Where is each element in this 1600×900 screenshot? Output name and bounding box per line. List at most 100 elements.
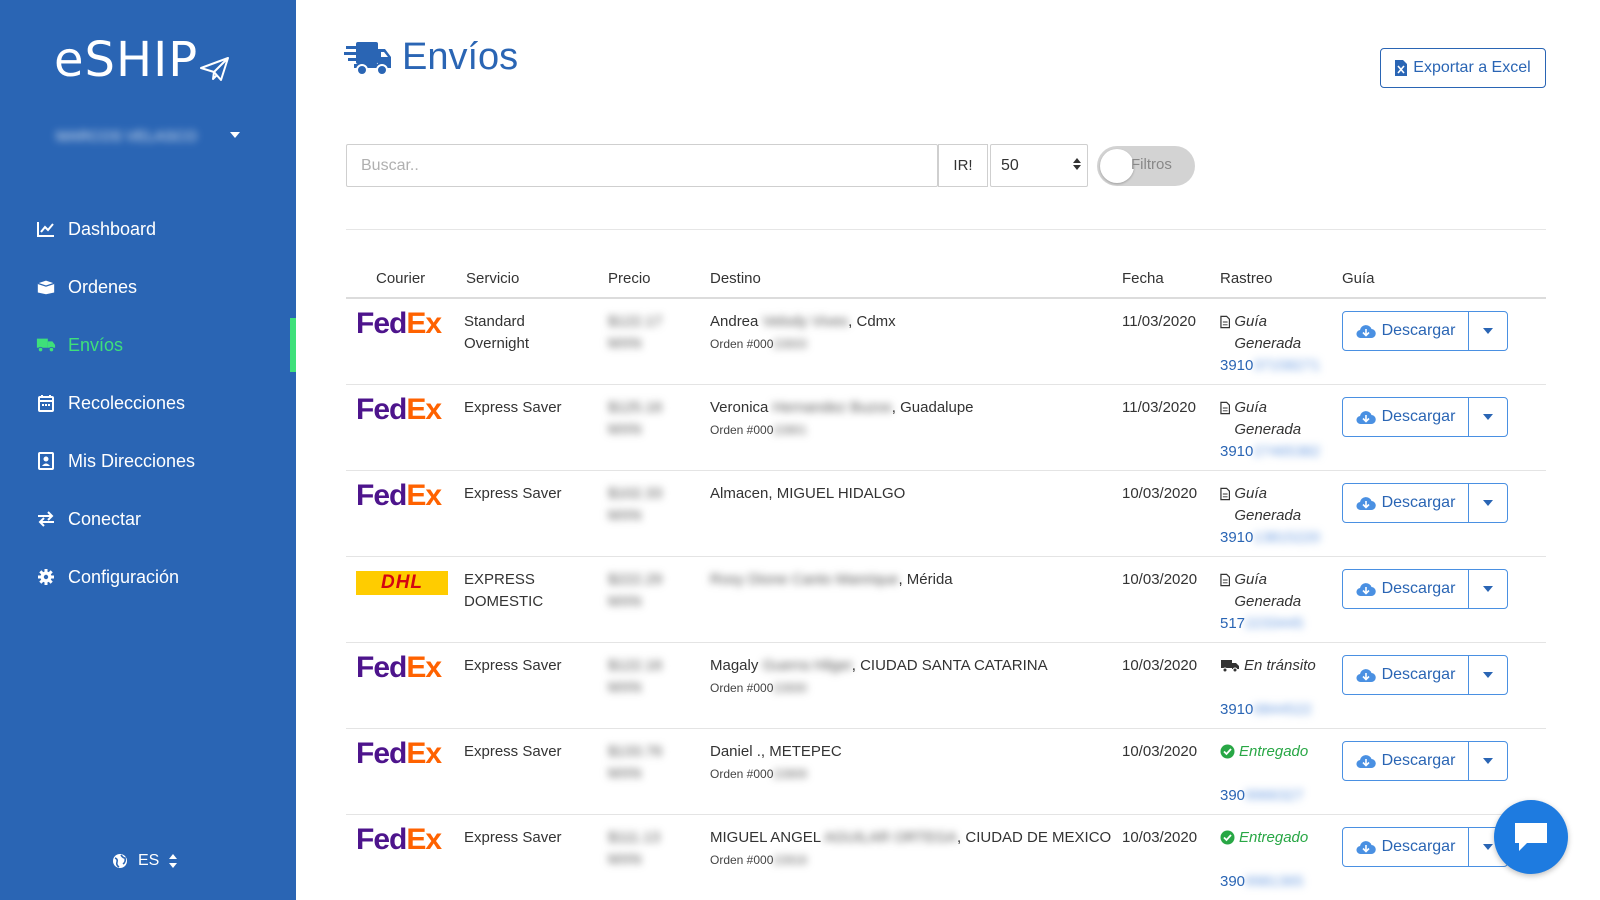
download-options-caret-icon[interactable] xyxy=(1469,398,1507,436)
service-cell: Express Saver xyxy=(464,399,562,416)
download-button[interactable]: Descargar xyxy=(1343,570,1469,608)
column-header-precio: Precio xyxy=(608,270,651,287)
date-cell: 11/03/2020 xyxy=(1122,313,1196,330)
tracking-cell: Guía Generada 391027465382 xyxy=(1220,397,1332,463)
download-button[interactable]: Descargar xyxy=(1343,398,1469,436)
service-cell: Express Saver xyxy=(464,657,562,674)
logo-text: eSHIP xyxy=(54,32,199,88)
guide-cell: Descargar xyxy=(1342,569,1508,609)
courier-cell: FedEx xyxy=(356,825,442,855)
truck-icon xyxy=(1221,660,1239,673)
calendar-icon xyxy=(36,393,56,413)
tracking-number[interactable]: 39100844522 xyxy=(1220,699,1332,721)
download-button[interactable]: Descargar xyxy=(1343,656,1469,694)
tracking-number[interactable]: 391027465382 xyxy=(1220,441,1332,463)
tracking-number[interactable]: 5172233445 xyxy=(1220,613,1332,635)
shipping-truck-icon xyxy=(344,41,391,76)
tracking-number[interactable]: 3909981365 xyxy=(1220,871,1332,893)
shipment-status: Guía Generada xyxy=(1220,483,1332,527)
date-cell: 10/03/2020 xyxy=(1122,571,1198,588)
cloud-download-icon xyxy=(1356,840,1376,854)
guide-cell: Descargar xyxy=(1342,827,1508,867)
download-button-group: Descargar xyxy=(1342,741,1508,781)
courier-cell: FedEx xyxy=(356,653,442,683)
table-row: FedEx Express Saver $111.13 MXN MIGUEL ANGE… xyxy=(346,815,1546,900)
export-excel-button[interactable]: Exportar a Excel xyxy=(1380,48,1546,88)
user-menu-caret-icon[interactable] xyxy=(230,132,240,138)
tracking-number[interactable]: 3909966327 xyxy=(1220,785,1332,807)
download-button[interactable]: Descargar xyxy=(1343,312,1469,350)
chat-widget-button[interactable] xyxy=(1494,800,1568,874)
file-icon xyxy=(1220,573,1231,587)
tracking-number[interactable]: 391037158271 xyxy=(1220,355,1332,377)
main-content: Envíos Exportar a Excel IR! 50 Filtros C… xyxy=(296,0,1600,900)
sidebar-item-recolecciones[interactable]: Recolecciones xyxy=(0,374,296,432)
language-label: ES xyxy=(138,852,160,869)
service-cell: Express Saver xyxy=(464,829,562,846)
download-button[interactable]: Descargar xyxy=(1343,484,1469,522)
date-cell: 10/03/2020 xyxy=(1122,829,1198,846)
courier-cell: FedEx xyxy=(356,393,442,426)
fedex-logo: FedEx xyxy=(356,479,442,512)
sidebar-item-label: Recolecciones xyxy=(68,392,186,413)
search-input[interactable] xyxy=(346,144,938,187)
eship-logo[interactable]: eSHIP xyxy=(54,36,230,84)
search-go-button[interactable]: IR! xyxy=(938,144,988,187)
price-cell: $102.33 MXN xyxy=(608,485,663,524)
price-cell: $133.76 MXN xyxy=(608,743,663,782)
destination-cell: Magaly Guerra Hilger, CIUDAD SANTA CATAR… xyxy=(710,655,1130,699)
tracking-cell: Guía Generada 391013815220 xyxy=(1220,483,1332,549)
destination-name: Andrea Velody Vives, Cdmx xyxy=(710,313,896,330)
language-selector[interactable]: ES xyxy=(112,852,178,870)
guide-cell: Descargar xyxy=(1342,311,1508,351)
destination-name: MIGUEL ANGEL AGUILAR ORTEGA, CIUDAD DE M… xyxy=(710,829,1112,846)
download-options-caret-icon[interactable] xyxy=(1469,484,1507,522)
sidebar-item-mis-direcciones[interactable]: Mis Direcciones xyxy=(0,432,296,490)
download-button[interactable]: Descargar xyxy=(1343,828,1469,866)
user-name[interactable]: MARCOS VELASCO xyxy=(56,128,197,145)
truck-icon xyxy=(36,335,56,355)
chart-line-icon xyxy=(36,219,56,239)
guide-cell: Descargar xyxy=(1342,741,1508,781)
column-header-guia: Guía xyxy=(1342,270,1375,287)
fedex-logo: FedEx xyxy=(356,393,442,426)
filters-toggle[interactable]: Filtros xyxy=(1097,146,1195,186)
cloud-download-icon xyxy=(1356,496,1376,510)
table-row: FedEx Express Saver $133.76 MXN Daniel ., M… xyxy=(346,729,1546,815)
download-options-caret-icon[interactable] xyxy=(1469,312,1507,350)
page-title: Envíos xyxy=(344,36,518,79)
price-cell: $222.29 MXN xyxy=(608,571,663,610)
sidebar-item-label: Ordenes xyxy=(68,276,138,297)
order-number: Orden #00022818 xyxy=(710,853,807,867)
filters-toggle-label: Filtros xyxy=(1131,156,1172,173)
sidebar-nav: Dashboard Ordenes Envíos Recolecciones M… xyxy=(0,200,296,606)
sidebar-item-conectar[interactable]: Conectar xyxy=(0,490,296,548)
download-options-caret-icon[interactable] xyxy=(1469,742,1507,780)
shipment-status: Entregado xyxy=(1220,741,1332,763)
download-options-caret-icon[interactable] xyxy=(1469,570,1507,608)
shipment-status: Guía Generada xyxy=(1220,569,1332,613)
shipment-status: Guía Generada xyxy=(1220,397,1332,441)
table-row: FedEx Standard Overnight $122.17 MXN Andrea… xyxy=(346,299,1546,385)
shipment-status: En tránsito xyxy=(1220,655,1332,677)
sidebar-item-ordenes[interactable]: Ordenes xyxy=(0,258,296,316)
download-button-group: Descargar xyxy=(1342,655,1508,695)
destination-name: Almacen, MIGUEL HIDALGO xyxy=(710,485,906,502)
date-cell: 10/03/2020 xyxy=(1122,657,1198,674)
order-number: Orden #00022830 xyxy=(710,681,807,695)
per-page-select[interactable]: 50 xyxy=(990,144,1088,187)
file-icon xyxy=(1220,401,1231,415)
guide-cell: Descargar xyxy=(1342,397,1508,437)
table-body: FedEx Standard Overnight $122.17 MXN Andrea… xyxy=(346,299,1546,900)
sidebar-item-dashboard[interactable]: Dashboard xyxy=(0,200,296,258)
sidebar-item-configuracion[interactable]: Configuración xyxy=(0,548,296,606)
tracking-cell: En tránsito 39100844522 xyxy=(1220,655,1332,721)
tracking-number[interactable]: 391013815220 xyxy=(1220,527,1332,549)
sidebar-item-envios[interactable]: Envíos xyxy=(0,316,296,374)
redacted-name: Hernandez Buzos xyxy=(772,399,892,416)
download-button[interactable]: Descargar xyxy=(1343,742,1469,780)
cloud-download-icon xyxy=(1356,668,1376,682)
download-options-caret-icon[interactable] xyxy=(1469,656,1507,694)
